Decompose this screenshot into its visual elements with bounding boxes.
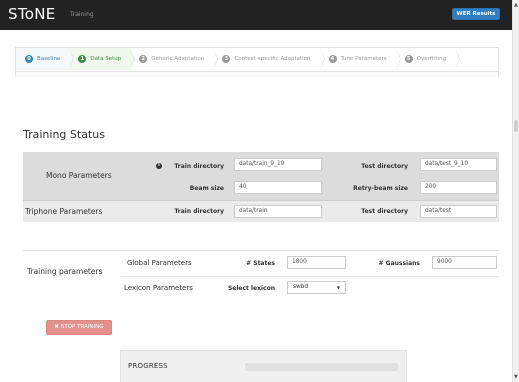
- step-chevron-inner-icon: [319, 48, 324, 70]
- training-parameters-panel: Training parameters Global Parameters # …: [23, 250, 499, 302]
- step-number-badge: 2: [139, 55, 148, 63]
- step-number-badge: 5: [404, 55, 413, 63]
- triphone-parameters-label: Triphone Parameters: [25, 207, 103, 216]
- wizard-step-data-setup[interactable]: 1 Data Setup: [69, 48, 136, 70]
- nav-link-training[interactable]: Training: [70, 11, 94, 18]
- caret-down-icon: ▼: [336, 285, 340, 290]
- retry-beam-size-input[interactable]: 200: [420, 181, 497, 194]
- page-scrollbar[interactable]: ▲ ▼: [512, 0, 519, 382]
- wizard-content-area: [16, 71, 498, 77]
- triphone-train-dir-label: Train directory: [174, 208, 224, 215]
- step-chevron-inner-icon: [455, 48, 460, 70]
- step-number-badge: 3: [222, 55, 231, 63]
- triphone-train-dir-input[interactable]: data/train: [234, 205, 322, 218]
- mono-test-dir-input[interactable]: data/test_9_10: [420, 158, 497, 171]
- beam-size-label: Beam size: [189, 185, 224, 192]
- app-brand[interactable]: SToNE: [8, 5, 56, 23]
- scroll-up-arrow-icon[interactable]: ▲: [514, 2, 518, 8]
- states-label: # States: [246, 260, 275, 267]
- lexicon-select-value: swbd: [293, 284, 309, 290]
- wizard-step-overfitting[interactable]: 5 Overfitting: [396, 48, 461, 70]
- beam-size-input[interactable]: 40: [234, 181, 322, 194]
- gaussians-label: # Gaussians: [378, 260, 420, 267]
- progress-panel: PROGRESS: [120, 350, 407, 382]
- step-label: Generic Adaptation: [151, 56, 205, 62]
- select-lexicon-label: Select lexicon: [227, 285, 275, 292]
- wer-results-button[interactable]: WER Results: [452, 8, 500, 20]
- step-chevron-inner-icon: [213, 48, 218, 70]
- step-label: Tune Parameters: [340, 56, 387, 62]
- parameters-divider: [121, 276, 499, 277]
- triphone-test-dir-label: Test directory: [361, 208, 408, 215]
- step-chevron-inner-icon: [395, 48, 400, 70]
- lexicon-parameters-label: Lexicon Parameters: [124, 284, 193, 292]
- mono-parameters-row: Mono Parameters i Train directory data/t…: [23, 152, 499, 200]
- mono-train-dir-input[interactable]: data/train_9_10: [234, 158, 322, 171]
- triphone-test-dir-input[interactable]: data/test: [420, 205, 497, 218]
- info-icon[interactable]: i: [156, 163, 162, 169]
- scroll-thumb[interactable]: [514, 120, 518, 132]
- training-status-title: Training Status: [23, 128, 105, 141]
- mono-test-dir-label: Test directory: [361, 163, 408, 170]
- step-label: Baseline: [37, 56, 61, 62]
- training-status-table: Mono Parameters i Train directory data/t…: [23, 152, 499, 222]
- wizard-step-tune-parameters[interactable]: 4 Tune Parameters: [320, 48, 401, 70]
- wizard-step-context-specific-adaptation[interactable]: 3 Context-specific Adaptation: [213, 48, 325, 70]
- lexicon-select[interactable]: swbd ▼: [287, 281, 346, 294]
- top-navbar: SToNE Training WER Results: [0, 0, 512, 30]
- gaussians-input[interactable]: 9000: [432, 256, 497, 269]
- stop-training-button[interactable]: ✖ STOP TRAINING: [46, 320, 112, 335]
- step-label: Data Setup: [90, 56, 122, 62]
- global-parameters-label: Global Parameters: [127, 259, 192, 267]
- wizard-step-baseline[interactable]: 0 Baseline: [16, 48, 75, 70]
- scroll-down-arrow-icon[interactable]: ▼: [514, 374, 518, 380]
- step-label: Context-specific Adaptation: [234, 56, 311, 62]
- retry-beam-size-label: Retry-beam size: [353, 185, 408, 192]
- wizard-steps: 0 Baseline 1 Data Setup 2 Generic Adaptation 3…: [15, 47, 499, 77]
- progress-bar: [245, 363, 398, 371]
- wizard-step-generic-adaptation[interactable]: 2 Generic Adaptation: [130, 48, 219, 70]
- step-chevron-inner-icon: [130, 48, 135, 70]
- step-label: Overfitting: [416, 56, 447, 62]
- wizard-step-list: 0 Baseline 1 Data Setup 2 Generic Adaptation 3…: [16, 48, 461, 70]
- mono-train-dir-label: Train directory: [174, 163, 224, 170]
- training-parameters-title: Training parameters: [27, 267, 103, 276]
- step-number-badge: 1: [78, 55, 87, 63]
- step-number-badge: 0: [25, 55, 33, 63]
- step-chevron-inner-icon: [69, 48, 74, 70]
- states-input[interactable]: 1800: [287, 256, 346, 269]
- step-number-badge: 4: [328, 55, 337, 63]
- progress-title: PROGRESS: [128, 362, 168, 370]
- triphone-parameters-row: Triphone Parameters Train directory data…: [23, 200, 499, 222]
- mono-parameters-label: Mono Parameters: [46, 171, 112, 180]
